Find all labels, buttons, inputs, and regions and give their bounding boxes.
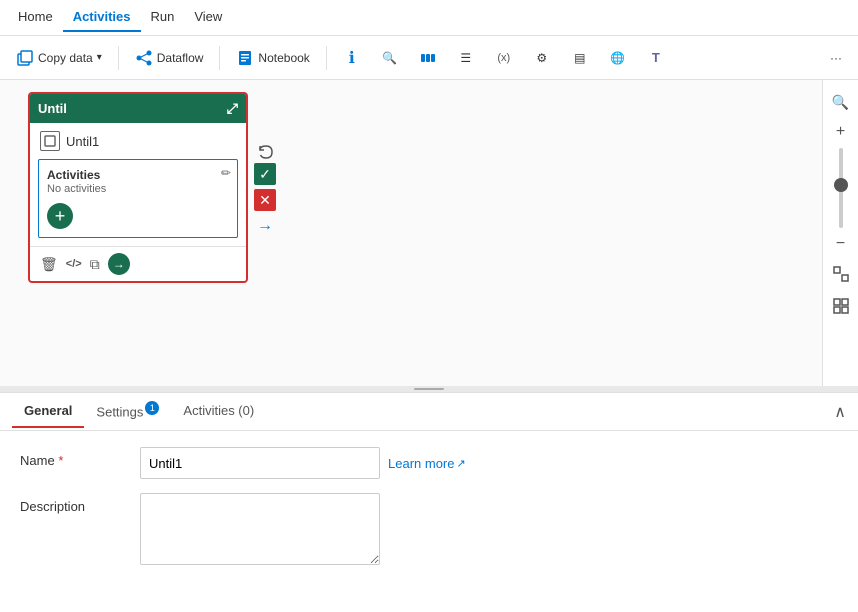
tab-general[interactable]: General	[12, 395, 84, 428]
list-icon: ☰	[457, 49, 475, 67]
settings-icon: ⚙	[533, 49, 551, 67]
toolbar-separator-3	[326, 46, 327, 70]
side-actions: ✓ ✕ →	[254, 163, 276, 237]
no-activities-label: No activities	[47, 183, 229, 195]
zoom-track[interactable]	[839, 148, 843, 228]
settings-icon-button[interactable]: ⚙	[525, 45, 559, 71]
until-footer: 🗑 </> ⧉ →	[30, 246, 246, 281]
zoom-in-button[interactable]: +	[829, 120, 853, 144]
toolbar: Copy data ▾ Dataflow Notebook ℹ 🔍 ☰ (x) …	[0, 36, 858, 80]
canvas-area: Until ⤢ Until1 ✏ Activities No activitie…	[0, 80, 858, 386]
external-link-icon: ↗	[456, 457, 465, 470]
dataflow-icon	[135, 49, 153, 67]
info-icon: ℹ	[343, 49, 361, 67]
zoom-out-button[interactable]: −	[829, 232, 853, 256]
tab-activities[interactable]: Activities (0)	[171, 395, 266, 428]
menu-activities[interactable]: Activities	[63, 3, 141, 32]
tab-settings[interactable]: Settings1	[84, 393, 171, 429]
pipeline-icon-button[interactable]	[411, 45, 445, 71]
copy-data-label: Copy data	[38, 51, 93, 65]
dataflow-label: Dataflow	[157, 51, 204, 65]
until-header: Until ⤢	[30, 94, 246, 123]
delete-icon[interactable]: 🗑	[40, 256, 58, 273]
notebook-icon	[236, 49, 254, 67]
fit-view-button[interactable]	[827, 260, 855, 288]
more-button[interactable]: ···	[822, 47, 850, 69]
clone-icon[interactable]: ⧉	[90, 256, 100, 273]
activities-label: Activities	[47, 168, 229, 182]
until-name-label: Until1	[66, 134, 99, 149]
until-name-row: Until1	[30, 123, 246, 155]
form-area: Name * Learn more ↗ Description	[0, 431, 858, 595]
monitor-icon: ▤	[571, 49, 589, 67]
undo-icon[interactable]	[256, 142, 276, 165]
right-controls: 🔍 + −	[822, 80, 858, 386]
success-action-icon[interactable]: ✓	[254, 163, 276, 185]
menu-view[interactable]: View	[184, 3, 232, 32]
search-button[interactable]: 🔍	[373, 45, 407, 71]
grid-view-button[interactable]	[827, 292, 855, 320]
description-input[interactable]	[140, 493, 380, 565]
pipeline-icon	[419, 49, 437, 67]
list-icon-button[interactable]: ☰	[449, 45, 483, 71]
name-input-group: Learn more ↗	[140, 447, 466, 479]
toolbar-separator-2	[219, 46, 220, 70]
edit-icon[interactable]: ✏	[221, 166, 231, 180]
code-icon[interactable]: </>	[66, 258, 82, 270]
fail-action-icon[interactable]: ✕	[254, 189, 276, 211]
search-icon: 🔍	[381, 49, 399, 67]
name-label: Name *	[20, 447, 140, 468]
run-icon[interactable]: →	[108, 253, 130, 275]
copy-data-icon	[16, 49, 34, 67]
info-button[interactable]: ℹ	[335, 45, 369, 71]
notebook-button[interactable]: Notebook	[228, 45, 317, 71]
toolbar-separator-1	[118, 46, 119, 70]
canvas-search-button[interactable]: 🔍	[827, 88, 855, 116]
activities-wrapper: ✏ Activities No activities + ✓ ✕ →	[30, 159, 246, 238]
name-input[interactable]	[140, 447, 380, 479]
notebook-label: Notebook	[258, 51, 309, 65]
menu-run[interactable]: Run	[141, 3, 185, 32]
settings-badge: 1	[145, 401, 159, 415]
drag-handle-line	[414, 388, 444, 390]
collapse-button[interactable]: ∧	[834, 402, 846, 422]
bottom-panel: General Settings1 Activities (0) ∧ Name …	[0, 392, 858, 612]
learn-more-link[interactable]: Learn more ↗	[388, 456, 466, 471]
add-activity-button[interactable]: +	[47, 203, 73, 229]
activities-box: ✏ Activities No activities +	[38, 159, 238, 238]
variable-icon-button[interactable]: (x)	[487, 45, 521, 71]
dataflow-button[interactable]: Dataflow	[127, 45, 212, 71]
globe-icon: 🌐	[609, 49, 627, 67]
tabs-bar: General Settings1 Activities (0) ∧	[0, 393, 858, 431]
zoom-slider[interactable]: + −	[829, 120, 853, 256]
until-header-icons: ⤢	[227, 100, 238, 117]
copy-data-button[interactable]: Copy data ▾	[8, 45, 110, 71]
menu-home[interactable]: Home	[8, 3, 63, 32]
expand-icon[interactable]: ⤢	[227, 100, 238, 117]
globe-icon-button[interactable]: 🌐	[601, 45, 635, 71]
until-node-icon	[40, 131, 60, 151]
monitor-icon-button[interactable]: ▤	[563, 45, 597, 71]
zoom-thumb[interactable]	[834, 178, 848, 192]
next-action-icon[interactable]: →	[254, 215, 276, 237]
name-row: Name * Learn more ↗	[20, 447, 838, 479]
teams-icon-button[interactable]: T	[639, 45, 673, 71]
copy-data-chevron-icon: ▾	[97, 52, 102, 63]
teams-icon: T	[647, 49, 665, 67]
more-icon: ···	[830, 51, 842, 65]
name-required-star: *	[58, 453, 63, 468]
until-title: Until	[38, 101, 67, 116]
variable-icon: (x)	[495, 49, 513, 67]
menu-bar: Home Activities Run View	[0, 0, 858, 36]
until-container: Until ⤢ Until1 ✏ Activities No activitie…	[28, 92, 248, 283]
description-label: Description	[20, 493, 140, 514]
description-row: Description	[20, 493, 838, 565]
